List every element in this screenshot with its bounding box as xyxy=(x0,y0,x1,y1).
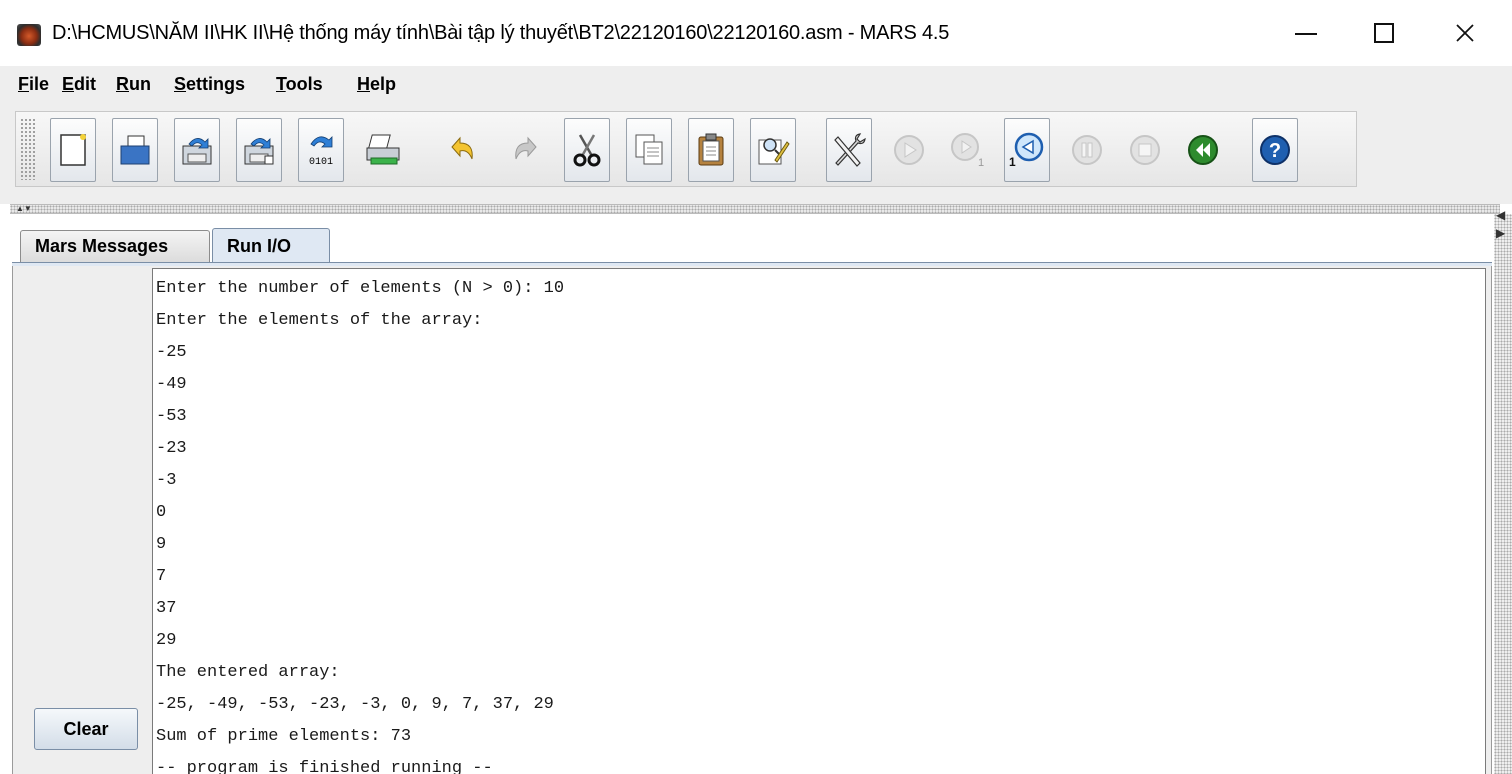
svg-text:0101: 0101 xyxy=(309,157,333,168)
new-file-button[interactable] xyxy=(50,118,96,182)
new-file-icon xyxy=(60,134,86,166)
undo-icon xyxy=(451,136,473,160)
run-io-console[interactable]: Enter the number of elements (N > 0): 10… xyxy=(152,268,1486,774)
splitter-left-arrow-icon[interactable]: ◀ xyxy=(1496,208,1505,222)
svg-text:1: 1 xyxy=(1009,155,1016,169)
copy-button[interactable] xyxy=(626,118,672,182)
minimize-icon xyxy=(1295,33,1317,35)
save-button[interactable] xyxy=(174,118,220,182)
find-replace-button[interactable] xyxy=(750,118,796,182)
save-icon xyxy=(182,138,212,165)
toolbar-grip[interactable] xyxy=(20,118,36,180)
menu-run[interactable]: Run xyxy=(116,74,151,95)
save-as-icon xyxy=(244,138,274,165)
splitter-right-arrow-icon[interactable]: ▶ xyxy=(1496,226,1505,240)
dump-memory-button[interactable]: 0101 xyxy=(298,118,344,182)
console-line: 9 xyxy=(156,535,167,554)
close-icon xyxy=(1456,24,1474,42)
console-line: -- program is finished running -- xyxy=(156,759,493,774)
console-line: -23 xyxy=(156,439,187,458)
step-icon: 1 xyxy=(951,133,984,169)
menu-help[interactable]: Help xyxy=(357,74,396,95)
backstep-button[interactable]: 1 xyxy=(1004,118,1050,182)
right-splitter[interactable] xyxy=(1494,214,1512,774)
console-line: -53 xyxy=(156,407,187,426)
clear-button[interactable]: Clear xyxy=(34,708,138,750)
save-as-button[interactable] xyxy=(236,118,282,182)
open-folder-icon xyxy=(120,135,150,165)
help-button[interactable]: ? xyxy=(1252,118,1298,182)
open-file-button[interactable] xyxy=(112,118,158,182)
menu-file[interactable]: File xyxy=(18,74,49,95)
pause-button[interactable] xyxy=(1064,118,1110,182)
menu-edit[interactable]: Edit xyxy=(62,74,96,95)
console-line: 0 xyxy=(156,503,167,522)
console-line: 37 xyxy=(156,599,177,618)
toolbar: 0101 1 1 ? xyxy=(15,111,1357,187)
help-icon: ? xyxy=(1260,135,1290,165)
console-line: -49 xyxy=(156,375,187,394)
maximize-icon xyxy=(1374,23,1394,43)
assemble-button[interactable] xyxy=(826,118,872,182)
mars-app-icon xyxy=(17,24,41,46)
window-title: D:\HCMUS\NĂM II\HK II\Hệ thống máy tính\… xyxy=(52,22,950,44)
split-pane-divider[interactable] xyxy=(10,204,1500,214)
menu-tools[interactable]: Tools xyxy=(276,74,323,95)
tab-run-io[interactable]: Run I/O xyxy=(212,228,330,264)
console-line: Enter the number of elements (N > 0): 10 xyxy=(156,279,565,298)
paste-icon xyxy=(698,133,724,166)
find-replace-icon xyxy=(758,138,790,165)
play-icon xyxy=(894,135,924,165)
copy-icon xyxy=(635,134,663,165)
console-line: 29 xyxy=(156,631,177,650)
collapsed-edit-pane xyxy=(0,196,1512,204)
console-line: Sum of prime elements: 73 xyxy=(156,727,412,746)
console-line: The entered array: xyxy=(156,663,340,682)
paste-button[interactable] xyxy=(688,118,734,182)
print-button[interactable] xyxy=(360,118,406,182)
scissors-icon xyxy=(573,134,601,167)
minimize-button[interactable] xyxy=(1277,12,1335,54)
cut-button[interactable] xyxy=(564,118,610,182)
run-button[interactable] xyxy=(886,118,932,182)
menu-bar: File Edit Run Settings Tools Help xyxy=(0,66,1512,104)
reset-button[interactable] xyxy=(1180,118,1226,182)
svg-text:1: 1 xyxy=(978,157,984,169)
message-tabs: Mars Messages Run I/O xyxy=(12,226,1492,264)
backstep-icon: 1 xyxy=(1009,132,1044,169)
printer-icon xyxy=(366,134,400,165)
maximize-button[interactable] xyxy=(1355,12,1413,54)
redo-icon xyxy=(515,136,537,160)
console-line: -25, -49, -53, -23, -3, 0, 9, 7, 37, 29 xyxy=(156,695,554,714)
undo-button[interactable] xyxy=(440,118,486,182)
splitter-arrows-icon[interactable]: ▲▼ xyxy=(16,205,32,213)
title-bar: D:\HCMUS\NĂM II\HK II\Hệ thống máy tính\… xyxy=(0,0,1512,66)
menu-settings[interactable]: Settings xyxy=(174,74,245,95)
toolbar-area: 0101 1 1 ? xyxy=(0,104,1512,196)
close-button[interactable] xyxy=(1436,12,1494,54)
step-button[interactable]: 1 xyxy=(944,118,990,182)
pause-icon xyxy=(1072,135,1102,165)
stop-icon xyxy=(1130,135,1160,165)
console-line: Enter the elements of the array: xyxy=(156,311,483,330)
dump-binary-icon: 0101 xyxy=(309,136,333,168)
console-line: -25 xyxy=(156,343,187,362)
console-line: -3 xyxy=(156,471,177,490)
reset-icon xyxy=(1188,135,1218,165)
wrench-screwdriver-icon xyxy=(834,133,866,167)
redo-button[interactable] xyxy=(502,118,548,182)
console-line: 7 xyxy=(156,567,167,586)
tab-mars-messages[interactable]: Mars Messages xyxy=(20,230,210,262)
stop-button[interactable] xyxy=(1122,118,1168,182)
svg-text:?: ? xyxy=(1269,140,1281,162)
